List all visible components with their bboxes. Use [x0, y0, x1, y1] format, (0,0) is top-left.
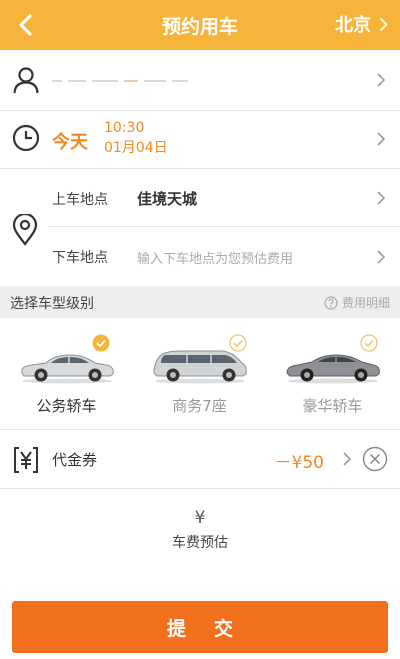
- coupon-amount: －¥50: [274, 453, 324, 473]
- time-detail: 10:30 01月04日: [104, 118, 168, 158]
- submit-button[interactable]: 提交: [12, 601, 388, 653]
- car-label: 豪华轿车: [302, 397, 363, 415]
- day-label: 今天: [52, 132, 88, 153]
- car-class-list: 公务轿车 商务7座 豪华轿车: [0, 318, 400, 428]
- chevron-right-icon: [377, 132, 386, 146]
- chevron-right-icon: [377, 73, 386, 87]
- coupon-label: 代金券: [52, 451, 98, 469]
- sedan-car-icon: [21, 354, 114, 384]
- chevron-right-icon: [377, 250, 386, 264]
- person-icon: [13, 67, 39, 94]
- chevron-right-icon: [377, 191, 386, 205]
- header-bar: 预约用车 北京: [0, 0, 400, 50]
- time-date: 01月04日: [104, 140, 168, 156]
- estimate-label: 车费预估: [172, 535, 228, 551]
- dropoff-input[interactable]: 输入下车地点为您预估费用: [137, 248, 293, 267]
- estimate-currency: ¥: [194, 508, 206, 528]
- pickup-row[interactable]: 上车地点 佳境天城: [0, 168, 400, 226]
- city-selector[interactable]: 北京: [335, 11, 388, 37]
- section-title: 选择车型级别: [10, 296, 94, 312]
- chevron-right-icon: [343, 452, 352, 466]
- fee-detail-link[interactable]: 费用明细: [324, 294, 390, 311]
- coupon-row[interactable]: 代金券 －¥50: [0, 430, 400, 488]
- clock-icon: [12, 124, 40, 152]
- luxury-car-icon: [286, 354, 380, 384]
- car-option-luxury[interactable]: 豪华轿车: [266, 318, 399, 428]
- question-icon: [324, 295, 338, 310]
- dropoff-row[interactable]: 下车地点 输入下车地点为您预估费用: [0, 226, 400, 286]
- car-label: 公务轿车: [36, 397, 97, 415]
- divider: [0, 488, 400, 489]
- fee-detail-label: 费用明细: [341, 296, 390, 310]
- car-option-sedan[interactable]: 公务轿车: [0, 318, 133, 428]
- city-label: 北京: [335, 15, 371, 36]
- dropoff-label: 下车地点: [52, 250, 108, 266]
- chevron-right-icon: [379, 17, 388, 31]
- car-option-van[interactable]: 商务7座: [133, 318, 266, 428]
- passenger-row[interactable]: [0, 50, 400, 110]
- time-row[interactable]: 今天 10:30 01月04日: [0, 110, 400, 168]
- fare-estimate: ¥ 车费预估: [0, 508, 400, 552]
- pickup-value: 佳境天城: [137, 190, 198, 208]
- booking-page: 预约用车 北京 今天 10:30 01月04日 上车地点 佳境天城 下车地点 输…: [0, 0, 400, 659]
- car-class-section-header: 选择车型级别 费用明细: [0, 286, 400, 318]
- car-label: 商务7座: [172, 397, 227, 415]
- pickup-label: 上车地点: [52, 192, 108, 208]
- time-clock: 10:30: [104, 120, 145, 136]
- yen-voucher-icon: [14, 447, 38, 473]
- close-circle-icon[interactable]: [362, 446, 388, 472]
- passenger-info-masked: [52, 75, 222, 87]
- van-car-icon: [153, 350, 247, 384]
